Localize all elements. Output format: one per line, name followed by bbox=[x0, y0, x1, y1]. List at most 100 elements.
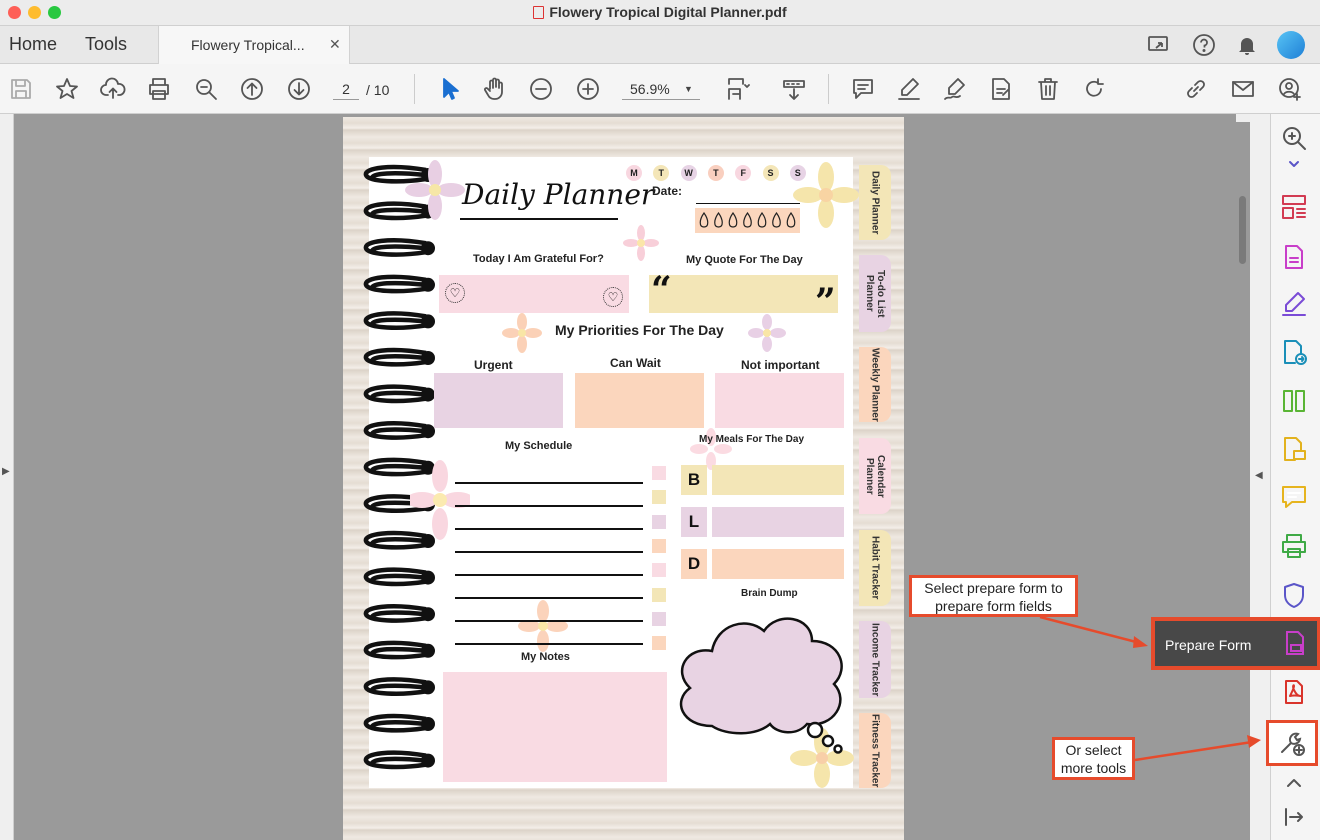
spiral-coil bbox=[363, 347, 427, 367]
breakfast-field[interactable] bbox=[712, 465, 844, 495]
spiral-hole bbox=[421, 314, 435, 329]
weekday-5[interactable]: S bbox=[762, 165, 779, 181]
zoom-in-icon[interactable] bbox=[573, 74, 603, 104]
tab-income-tracker[interactable]: Income Tracker bbox=[859, 621, 891, 698]
share-screen-icon[interactable] bbox=[1146, 32, 1172, 58]
hide-panel-icon[interactable] bbox=[1280, 803, 1308, 831]
tab-document[interactable]: Flowery Tropical... ✕ bbox=[158, 26, 350, 64]
close-quote-icon: ” bbox=[815, 281, 836, 323]
schedule-checkbox[interactable] bbox=[652, 587, 666, 602]
scroll-up-cap[interactable] bbox=[1236, 114, 1250, 122]
tab-tools[interactable]: Tools bbox=[85, 34, 127, 55]
water-drop-icon[interactable] bbox=[786, 211, 796, 228]
heart-icon: ♡ bbox=[445, 283, 465, 303]
spiral-coil bbox=[363, 238, 427, 257]
open-quote-icon: “ bbox=[651, 269, 672, 311]
grateful-field[interactable]: ♡ ♡ bbox=[439, 275, 629, 313]
schedule-checkbox[interactable] bbox=[652, 611, 666, 626]
hand-tool-icon[interactable] bbox=[480, 74, 510, 104]
share-link-icon[interactable] bbox=[1181, 74, 1211, 104]
water-drop-icon[interactable] bbox=[743, 211, 752, 228]
schedule-checkbox[interactable] bbox=[652, 466, 666, 480]
weekday-3[interactable]: T bbox=[707, 165, 724, 181]
schedule-line[interactable] bbox=[455, 482, 643, 484]
tab-habit-tracker[interactable]: Habit Tracker bbox=[859, 530, 891, 606]
schedule-line[interactable] bbox=[455, 620, 643, 622]
bookmark-star-icon[interactable] bbox=[52, 74, 82, 104]
add-user-icon[interactable] bbox=[1275, 74, 1305, 104]
schedule-checkbox[interactable] bbox=[652, 514, 666, 529]
brain-dump-cloud[interactable] bbox=[672, 606, 852, 756]
not-important-field[interactable] bbox=[715, 373, 844, 428]
tab-todo-list-planner[interactable]: To-do List Planner bbox=[859, 255, 891, 332]
close-tab-icon[interactable]: ✕ bbox=[329, 36, 341, 53]
comment-icon[interactable] bbox=[848, 74, 878, 104]
water-drop-icon[interactable] bbox=[728, 211, 738, 228]
schedule-checkbox[interactable] bbox=[652, 563, 666, 578]
weekday-6[interactable]: S bbox=[789, 165, 806, 181]
quote-field[interactable]: “ ” bbox=[649, 269, 838, 323]
spiral-coil bbox=[363, 713, 427, 733]
edit-document-icon[interactable] bbox=[986, 74, 1016, 104]
page-fit-icon[interactable] bbox=[722, 74, 752, 104]
request-signature-icon[interactable] bbox=[1280, 435, 1308, 463]
rotate-icon[interactable] bbox=[1079, 74, 1109, 104]
zoom-level-select[interactable]: 56.9% ▼ bbox=[622, 78, 700, 100]
print-icon[interactable] bbox=[144, 74, 174, 104]
save-icon[interactable] bbox=[6, 74, 36, 104]
zoom-out-icon[interactable] bbox=[526, 74, 556, 104]
dinner-field[interactable] bbox=[712, 549, 844, 579]
schedule-checkbox[interactable] bbox=[652, 538, 666, 553]
tab-weekly-planner[interactable]: Weekly Planner bbox=[859, 347, 891, 422]
tab-calendar-planner[interactable]: Calendar Planner bbox=[859, 438, 891, 514]
delete-trash-icon[interactable] bbox=[1033, 74, 1063, 104]
page-number-input[interactable]: 2 bbox=[333, 78, 359, 100]
user-avatar[interactable] bbox=[1277, 31, 1305, 59]
weekday-0[interactable]: M bbox=[626, 165, 642, 181]
organize-pages-icon[interactable] bbox=[1280, 193, 1308, 221]
schedule-line[interactable] bbox=[455, 643, 643, 645]
scroll-mode-icon[interactable] bbox=[779, 74, 809, 104]
schedule-line[interactable] bbox=[455, 597, 643, 599]
compare-files-icon[interactable] bbox=[1280, 387, 1308, 415]
water-drop-icon[interactable] bbox=[772, 211, 781, 228]
can-wait-field[interactable] bbox=[575, 373, 704, 428]
schedule-line[interactable] bbox=[455, 528, 643, 530]
signature-pen-icon[interactable] bbox=[940, 74, 970, 104]
scan-ocr-icon[interactable] bbox=[1280, 532, 1308, 560]
email-icon[interactable] bbox=[1228, 74, 1258, 104]
water-drop-icon[interactable] bbox=[699, 211, 709, 228]
notes-field[interactable] bbox=[443, 672, 667, 782]
tab-home[interactable]: Home bbox=[9, 34, 57, 55]
scroll-tools-down-icon[interactable] bbox=[1280, 158, 1308, 172]
highlight-pen-icon[interactable] bbox=[894, 74, 924, 104]
left-panel-toggle[interactable]: ▶ bbox=[0, 114, 14, 840]
select-cursor-icon[interactable] bbox=[434, 74, 464, 104]
schedule-line[interactable] bbox=[455, 505, 643, 507]
weekday-2[interactable]: W bbox=[680, 165, 697, 181]
add-comment-icon[interactable] bbox=[1280, 483, 1308, 511]
find-text-icon[interactable] bbox=[1280, 124, 1308, 152]
fill-sign-icon[interactable] bbox=[1280, 290, 1308, 318]
water-drop-icon[interactable] bbox=[757, 211, 767, 228]
schedule-line[interactable] bbox=[455, 551, 643, 553]
export-pdf-icon[interactable] bbox=[1280, 338, 1308, 366]
scrollbar-thumb[interactable] bbox=[1239, 196, 1246, 264]
cloud-upload-icon[interactable] bbox=[98, 74, 128, 104]
lunch-field[interactable] bbox=[712, 507, 844, 537]
previous-page-icon[interactable] bbox=[237, 74, 267, 104]
water-drop-icon[interactable] bbox=[714, 211, 723, 228]
zoom-search-icon[interactable] bbox=[191, 74, 221, 104]
tab-daily-planner[interactable]: Daily Planner bbox=[859, 165, 891, 240]
title-bar: Flowery Tropical Digital Planner.pdf bbox=[0, 0, 1320, 26]
next-page-icon[interactable] bbox=[284, 74, 314, 104]
tab-fitness-tracker[interactable]: Fitness Tracker bbox=[859, 713, 891, 788]
help-icon[interactable] bbox=[1191, 32, 1217, 58]
schedule-checkbox[interactable] bbox=[652, 490, 666, 505]
create-pdf-icon[interactable] bbox=[1280, 243, 1308, 271]
notification-bell-icon[interactable] bbox=[1234, 32, 1260, 58]
schedule-checkbox[interactable] bbox=[652, 636, 666, 651]
urgent-field[interactable] bbox=[434, 373, 563, 428]
water-tracker[interactable] bbox=[695, 208, 800, 233]
schedule-line[interactable] bbox=[455, 574, 643, 576]
